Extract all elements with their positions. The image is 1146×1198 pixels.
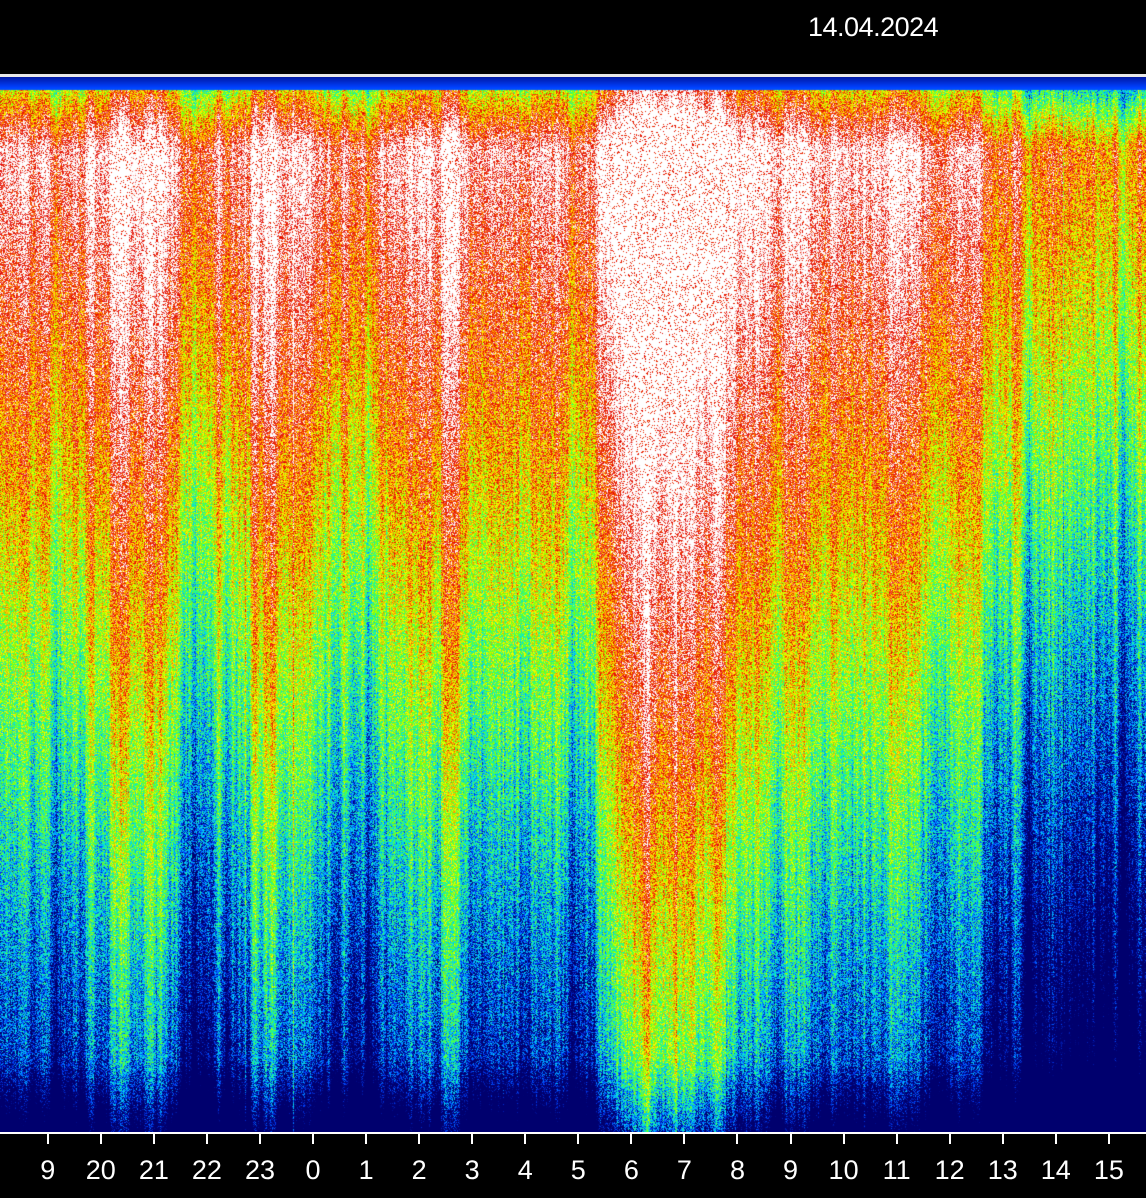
x-tick — [630, 1134, 633, 1144]
x-tick — [524, 1134, 527, 1144]
x-tick — [99, 1134, 102, 1144]
x-tick — [789, 1134, 792, 1144]
x-tick — [948, 1134, 951, 1144]
x-tick — [577, 1134, 580, 1144]
spectrogram-plot — [0, 77, 1146, 1132]
x-tick-label: 11 — [882, 1155, 911, 1185]
date-label: 14.04.2024 — [808, 12, 939, 42]
x-tick-label: 22 — [191, 1155, 222, 1185]
x-tick — [895, 1134, 898, 1144]
x-tick-label: 6 — [623, 1155, 639, 1185]
x-tick — [46, 1134, 49, 1144]
x-tick — [842, 1134, 845, 1144]
x-axis-line — [0, 1132, 1146, 1134]
x-axis: 920212223012345678910111213141516 — [0, 1132, 1146, 1198]
chart-header: 14.04.2024 — [0, 0, 1146, 74]
x-tick — [1001, 1134, 1004, 1144]
x-tick — [683, 1134, 686, 1144]
x-tick-label: 21 — [138, 1155, 169, 1185]
x-tick-label: 3 — [464, 1155, 480, 1185]
x-tick-label: 13 — [987, 1155, 1018, 1185]
x-tick-label: 1 — [358, 1155, 374, 1185]
x-tick-label: 5 — [570, 1155, 586, 1185]
x-tick-label: 23 — [244, 1155, 275, 1185]
x-tick-label: 0 — [305, 1155, 321, 1185]
x-tick-label: 14 — [1040, 1155, 1071, 1185]
x-tick — [205, 1134, 208, 1144]
x-tick-label: 2 — [411, 1155, 427, 1185]
x-tick-label: 9 — [783, 1155, 799, 1185]
x-tick — [365, 1134, 368, 1144]
x-tick-label: 7 — [676, 1155, 692, 1185]
x-tick-label: 10 — [828, 1155, 859, 1185]
x-tick — [471, 1134, 474, 1144]
x-tick — [418, 1134, 421, 1144]
x-tick-label: 12 — [934, 1155, 965, 1185]
x-tick-label: 15 — [1093, 1155, 1124, 1185]
x-tick-label: 9 — [40, 1155, 56, 1185]
x-tick — [1107, 1134, 1110, 1144]
x-tick — [258, 1134, 261, 1144]
x-tick-label: 4 — [517, 1155, 533, 1185]
x-tick — [736, 1134, 739, 1144]
spectrogram-heatmap — [0, 77, 1146, 1132]
x-tick — [1054, 1134, 1057, 1144]
x-tick — [312, 1134, 315, 1144]
x-tick-label: 8 — [729, 1155, 745, 1185]
x-tick-label: 20 — [85, 1155, 116, 1185]
x-tick — [152, 1134, 155, 1144]
